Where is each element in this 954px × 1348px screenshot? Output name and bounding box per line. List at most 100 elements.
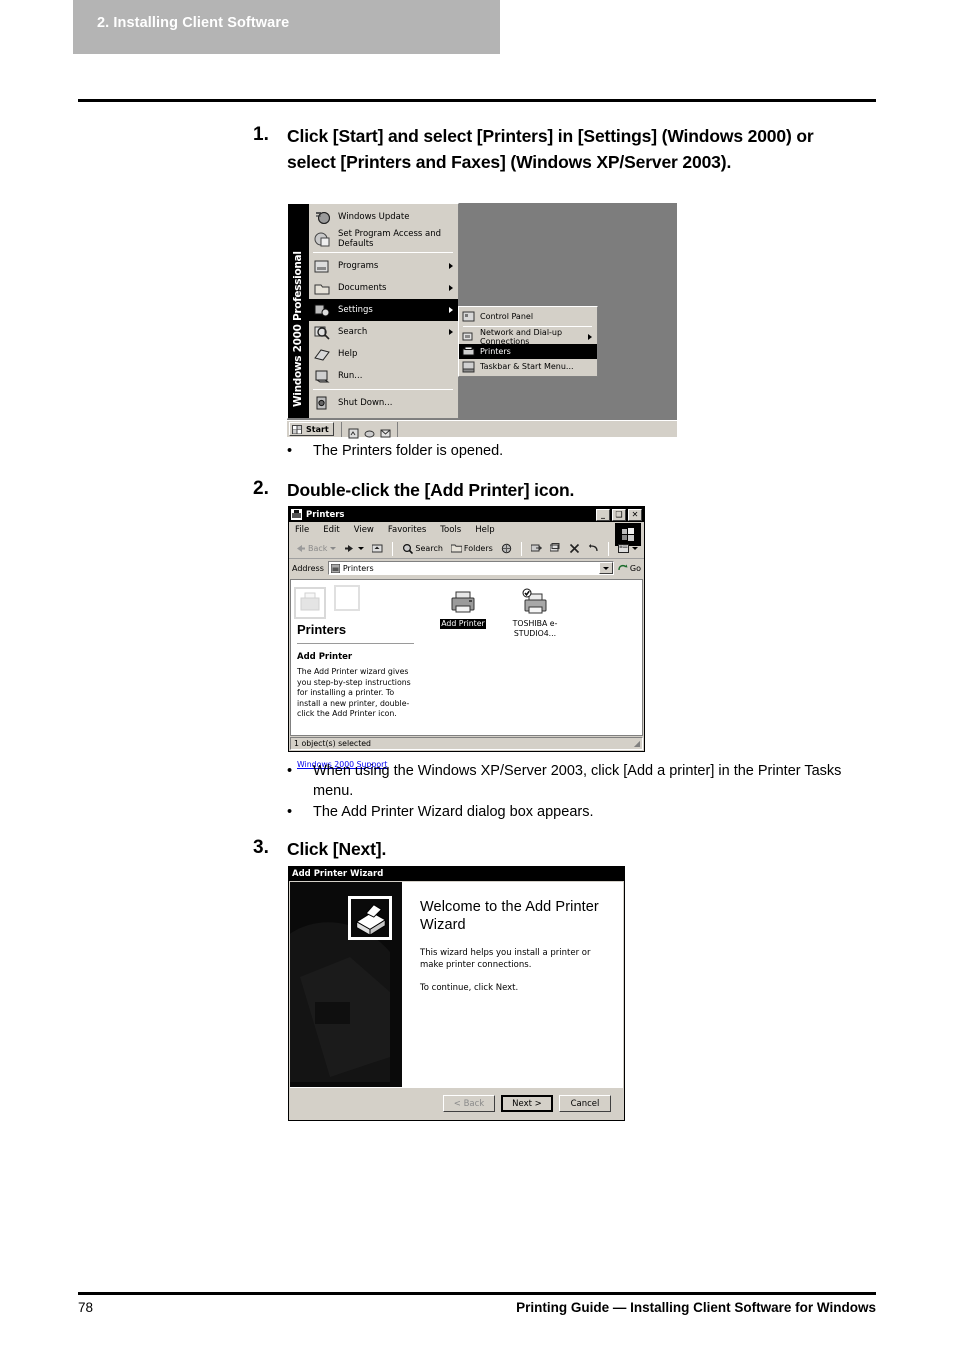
copy-to-button[interactable] bbox=[548, 542, 563, 555]
status-text: 1 object(s) selected bbox=[294, 739, 372, 748]
views-icon bbox=[617, 543, 629, 554]
start-menu-item-windows-update[interactable]: Windows Update bbox=[309, 206, 458, 228]
screenshot-printers-window: Printers _ ❑ ✕ File Edit View Favorites … bbox=[288, 506, 645, 769]
delete-button[interactable] bbox=[567, 542, 582, 555]
start-menu-item-programs[interactable]: Programs bbox=[309, 255, 458, 277]
minimize-button[interactable]: _ bbox=[596, 508, 610, 521]
history-globe-icon bbox=[501, 543, 512, 554]
cancel-button[interactable]: Cancel bbox=[559, 1095, 611, 1112]
go-button[interactable]: Go bbox=[618, 563, 641, 573]
add-printer-icon bbox=[448, 588, 478, 616]
menu-file[interactable]: File bbox=[295, 525, 309, 535]
start-button-label: Start bbox=[306, 424, 329, 434]
start-menu-item-settings[interactable]: Settings bbox=[309, 299, 458, 321]
forward-button[interactable] bbox=[342, 542, 366, 555]
menu-tools[interactable]: Tools bbox=[440, 525, 461, 535]
menu-view[interactable]: View bbox=[354, 525, 374, 535]
notes-after-step-2: • When using the Windows XP/Server 2003,… bbox=[283, 761, 883, 823]
back-label: Back bbox=[308, 544, 328, 553]
step-3-number: 3. bbox=[253, 837, 269, 858]
submenu-item-printers[interactable]: Printers bbox=[459, 344, 597, 359]
set-program-access-icon bbox=[313, 231, 331, 248]
chevron-right-icon bbox=[449, 307, 453, 313]
start-menu-label: Settings bbox=[338, 305, 373, 315]
network-connections-icon bbox=[462, 331, 475, 343]
folders-button[interactable]: Folders bbox=[449, 542, 495, 555]
icon-item-toshiba-printer[interactable]: TOSHIBA e-STUDIO4... bbox=[506, 588, 564, 735]
start-button[interactable]: Start bbox=[289, 422, 334, 436]
printers-toolbar: Back Search Folders bbox=[289, 539, 644, 559]
start-menu-sidebar: Windows 2000 Professional bbox=[288, 204, 309, 418]
header-divider bbox=[78, 99, 876, 102]
start-menu-item-documents[interactable]: Documents bbox=[309, 277, 458, 299]
search-button[interactable]: Search bbox=[400, 542, 444, 555]
printers-watermark-icon bbox=[293, 582, 403, 624]
start-menu-panel: Windows 2000 Professional Windows Update… bbox=[287, 203, 459, 419]
help-icon bbox=[313, 346, 331, 363]
icon-label: Add Printer bbox=[440, 619, 486, 629]
back-button[interactable]: < Back bbox=[443, 1095, 495, 1112]
step-2-number: 2. bbox=[253, 478, 269, 499]
start-menu-item-set-program-access[interactable]: Set Program Access and Defaults bbox=[309, 228, 458, 250]
bullet-icon: • bbox=[287, 763, 293, 779]
show-desktop-icon[interactable] bbox=[348, 424, 359, 438]
wizard-banner bbox=[290, 882, 402, 1087]
start-menu-label: Run... bbox=[338, 371, 363, 381]
start-menu-item-help[interactable]: Help bbox=[309, 343, 458, 365]
wizard-heading: Welcome to the Add Printer Wizard bbox=[420, 899, 599, 933]
outlook-express-icon[interactable] bbox=[380, 424, 391, 437]
start-menu-label: Search bbox=[338, 327, 368, 337]
start-menu-item-shut-down[interactable]: Shut Down... bbox=[309, 392, 458, 414]
wizard-titlebar: Add Printer Wizard bbox=[289, 867, 624, 881]
start-menu-item-run[interactable]: Run... bbox=[309, 365, 458, 387]
close-button[interactable]: ✕ bbox=[628, 508, 642, 521]
toolbar-divider bbox=[520, 541, 522, 556]
menu-favorites[interactable]: Favorites bbox=[388, 525, 426, 535]
undo-button[interactable] bbox=[586, 542, 601, 555]
submenu-label: Printers bbox=[480, 347, 511, 356]
taskbar: Start bbox=[287, 420, 677, 438]
icon-item-add-printer[interactable]: Add Printer bbox=[434, 588, 492, 735]
control-panel-icon bbox=[462, 311, 475, 323]
address-dropdown-button[interactable] bbox=[598, 562, 613, 574]
info-pane-divider bbox=[297, 643, 414, 644]
folders-label: Folders bbox=[463, 544, 493, 553]
search-icon bbox=[313, 324, 331, 341]
icon-label: TOSHIBA e-STUDIO4... bbox=[512, 619, 558, 638]
start-menu-item-search[interactable]: Search bbox=[309, 321, 458, 343]
search-icon bbox=[402, 543, 414, 555]
menu-edit[interactable]: Edit bbox=[323, 525, 339, 535]
start-menu-label: Shut Down... bbox=[338, 398, 393, 408]
step-1-text: Click [Start] and select [Printers] in [… bbox=[287, 126, 814, 172]
internet-explorer-icon[interactable] bbox=[364, 424, 375, 437]
wizard-body: Welcome to the Add Printer Wizard This w… bbox=[290, 882, 623, 1087]
submenu-item-control-panel[interactable]: Control Panel bbox=[459, 309, 597, 324]
window-controls: _ ❑ ✕ bbox=[596, 508, 642, 521]
move-to-button[interactable] bbox=[529, 542, 544, 555]
back-button[interactable]: Back bbox=[293, 542, 338, 555]
chevron-right-icon bbox=[449, 263, 453, 269]
address-value: Printers bbox=[342, 563, 374, 573]
folder-up-icon bbox=[371, 543, 383, 554]
maximize-button[interactable]: ❑ bbox=[612, 508, 626, 521]
start-menu-label: Programs bbox=[338, 261, 379, 271]
wizard-title: Add Printer Wizard bbox=[292, 869, 384, 879]
taskbar-startmenu-icon bbox=[462, 361, 475, 373]
undo-arrow-icon bbox=[588, 543, 599, 554]
start-menu-label: Help bbox=[338, 349, 358, 359]
submenu-item-network-connections[interactable]: Network and Dial-up Connections bbox=[459, 328, 597, 346]
menu-help[interactable]: Help bbox=[475, 525, 494, 535]
history-button[interactable] bbox=[499, 542, 514, 555]
folder-icon bbox=[450, 543, 463, 554]
chapter-banner: 2. Installing Client Software bbox=[73, 0, 500, 54]
chevron-right-icon bbox=[449, 285, 453, 291]
address-input[interactable]: Printers bbox=[327, 561, 614, 575]
start-menu-label: Windows Update bbox=[338, 212, 410, 222]
next-button[interactable]: Next > bbox=[501, 1095, 553, 1112]
chevron-right-icon bbox=[449, 329, 453, 335]
resize-grip-icon[interactable]: ◢ bbox=[634, 739, 640, 748]
documents-icon bbox=[313, 280, 331, 297]
submenu-item-taskbar-startmenu[interactable]: Taskbar & Start Menu... bbox=[459, 359, 597, 374]
up-button[interactable] bbox=[370, 542, 385, 555]
printers-window-titlebar: Printers _ ❑ ✕ bbox=[289, 507, 644, 522]
